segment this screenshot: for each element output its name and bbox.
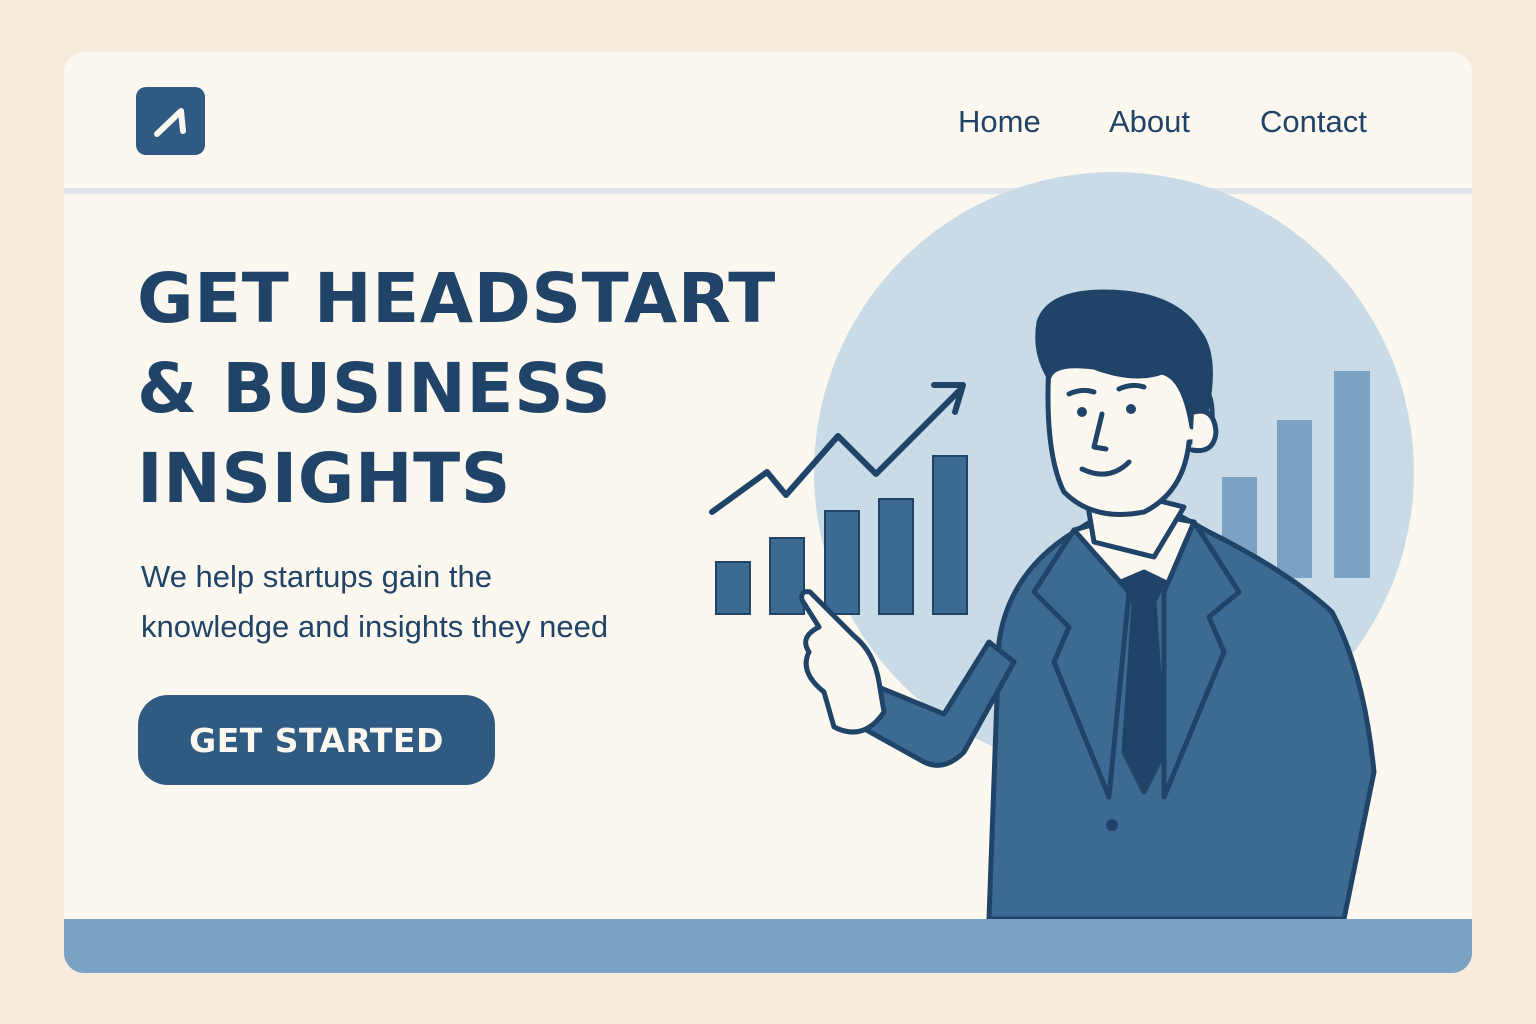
ear: [1189, 408, 1219, 454]
chart-bar: [1222, 477, 1257, 578]
head-face: [1045, 301, 1215, 517]
chart-bar: [932, 455, 968, 615]
headline-line: & BUSINESS: [137, 349, 612, 429]
chart-bar: [1334, 371, 1370, 578]
backdrop-circle: [814, 172, 1414, 772]
header-divider: [64, 188, 1472, 194]
smile: [1079, 459, 1132, 477]
bar-chart-right: [1222, 371, 1370, 578]
left-lapel: [1031, 527, 1132, 800]
necktie: [1121, 571, 1167, 795]
right-lapel: [1161, 519, 1242, 800]
nav-contact-link[interactable]: Contact: [1260, 104, 1367, 140]
raised-arm: [831, 639, 1017, 768]
left-eye: [1077, 407, 1087, 417]
left-eyebrow: [1066, 387, 1097, 397]
hero-headline: GET HEADSTART & BUSINESS INSIGHTS: [137, 254, 797, 524]
nav-about-link[interactable]: About: [1109, 104, 1190, 140]
nose: [1091, 411, 1109, 452]
neck: [1081, 479, 1187, 560]
shirt-collar: [1071, 509, 1197, 591]
businessman-figure: [799, 289, 1377, 922]
headline-line: GET HEADSTART: [137, 259, 776, 339]
pointing-hand: [799, 589, 887, 735]
hair: [1035, 289, 1213, 430]
hero-subtext: We help startups gain the knowledge and …: [141, 552, 741, 652]
right-eye: [1126, 404, 1136, 414]
suit-jacket: [986, 504, 1377, 922]
arrow-up-right-logo-icon: [154, 108, 186, 137]
get-started-button[interactable]: GET STARTED: [138, 695, 495, 785]
subtext-line: knowledge and insights they need: [141, 609, 609, 644]
landing-card: Home About Contact GET HEADSTART & BUSIN…: [64, 52, 1472, 973]
chart-bar: [769, 537, 805, 615]
nav-home-link[interactable]: Home: [958, 104, 1041, 140]
headline-line: INSIGHTS: [137, 439, 511, 519]
right-eyebrow: [1116, 382, 1147, 392]
subtext-line: We help startups gain the: [141, 559, 492, 594]
logo-link[interactable]: [136, 87, 205, 155]
footer-band: [64, 919, 1472, 973]
chart-bar: [1277, 420, 1312, 578]
chart-bar: [824, 510, 860, 615]
jacket-button: [1106, 819, 1118, 831]
chart-bar: [878, 498, 914, 615]
site-header: Home About Contact: [64, 52, 1472, 188]
